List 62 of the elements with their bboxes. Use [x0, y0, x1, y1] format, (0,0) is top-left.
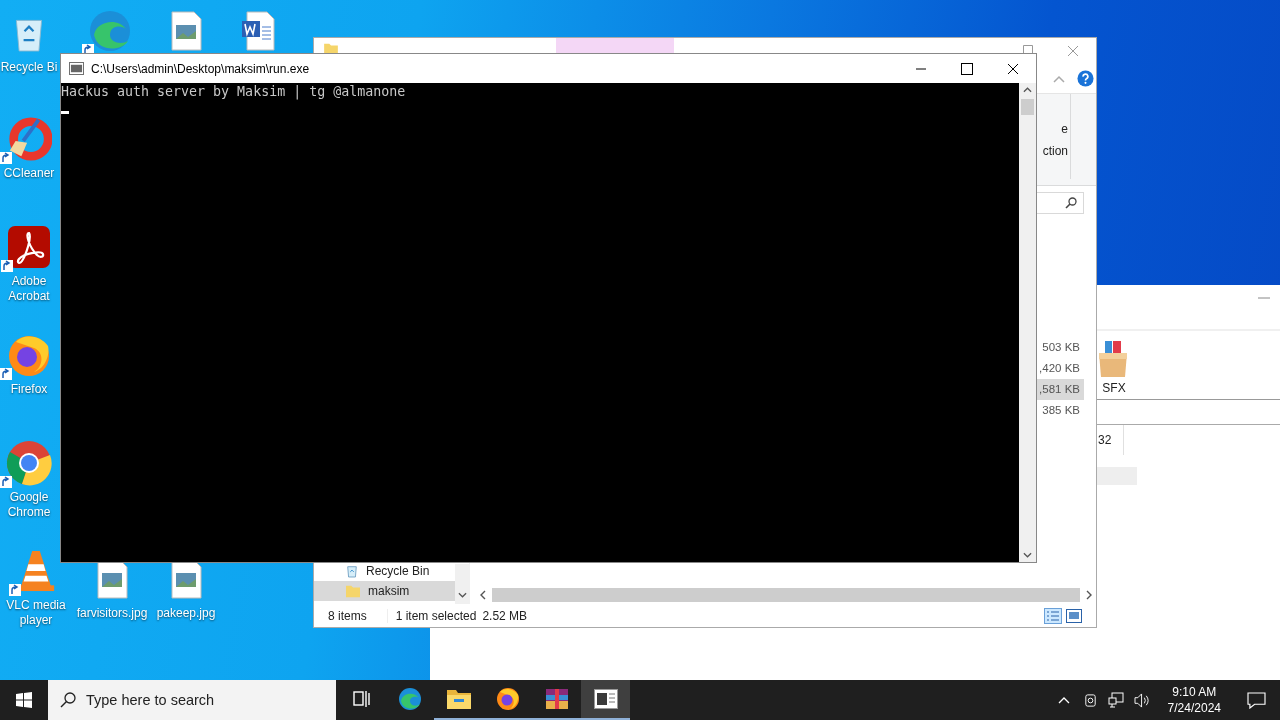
details-view-icon[interactable]: [1044, 607, 1062, 624]
list-row-highlight: [1097, 467, 1137, 485]
help-icon[interactable]: [1077, 70, 1094, 87]
folder-icon: [446, 687, 471, 711]
close-icon[interactable]: [1067, 45, 1079, 57]
folder-icon: [346, 584, 360, 598]
ribbon-command-label[interactable]: e: [1061, 122, 1068, 136]
nav-pane-item[interactable]: maksim: [314, 581, 455, 601]
shortcut-arrow-icon: [1, 260, 13, 272]
caret-up-icon: [1057, 696, 1070, 704]
search-icon: [60, 692, 76, 708]
selection-size: 2.52 MB: [482, 608, 528, 623]
shortcut-arrow-icon: [0, 152, 12, 164]
ccleaner-icon[interactable]: [6, 116, 52, 162]
search-icon: [1065, 197, 1077, 209]
archive-box-icon[interactable]: [1099, 339, 1129, 379]
console-app-icon: [69, 62, 84, 75]
scrollbar[interactable]: [455, 564, 469, 604]
scrollbar[interactable]: [1019, 83, 1036, 562]
maximize-icon[interactable]: [1023, 45, 1033, 53]
ribbon-command-label[interactable]: ction: [1042, 144, 1068, 158]
file-name[interactable]: SFX: [1102, 381, 1126, 395]
clock-date[interactable]: 7/24/2024: [1167, 700, 1221, 716]
window-title: C:\Users\admin\Desktop\maksim\run.exe: [91, 61, 310, 76]
archive-books-icon: [544, 687, 569, 711]
file-size-cell[interactable]: 503 KB: [1040, 337, 1084, 358]
edge-icon[interactable]: [88, 9, 132, 53]
scroll-left-icon: [480, 589, 486, 600]
selection-count: 1 item selected: [386, 608, 477, 623]
windows-logo-icon: [16, 692, 32, 708]
firefox-icon: [495, 687, 520, 711]
chrome-icon[interactable]: [6, 440, 52, 486]
shortcut-arrow-icon: [0, 368, 12, 380]
scroll-down-icon: [1023, 552, 1032, 558]
file-size-cell[interactable]: 385 KB: [1040, 400, 1084, 421]
shortcut-arrow-icon: [9, 584, 21, 596]
scroll-up-icon: [1023, 87, 1032, 93]
shortcut-arrow-icon: [0, 476, 12, 488]
device-icon[interactable]: [1082, 692, 1098, 708]
item-count: 8 items: [328, 608, 367, 623]
nav-pane-item[interactable]: Recycle Bin: [314, 561, 455, 581]
maximize-icon: [961, 62, 973, 75]
notifications-icon[interactable]: [1247, 691, 1266, 709]
console-window-icon: [593, 687, 618, 711]
network-icon[interactable]: [1107, 692, 1124, 708]
console-output-line: Hackus auth server by Maksim | tg @almanone: [61, 84, 407, 100]
recycle-bin-icon: [346, 564, 358, 578]
word-document-icon[interactable]: [241, 11, 275, 51]
scroll-thumb[interactable]: [1021, 99, 1034, 115]
taskbar-app-button[interactable]: [581, 680, 630, 720]
scroll-down-icon: [457, 592, 467, 598]
large-icons-view-icon[interactable]: [1066, 608, 1082, 623]
minimize-icon: [915, 67, 927, 70]
volume-icon[interactable]: [1133, 692, 1151, 708]
file-size-cell[interactable]: ,581 KB: [1037, 379, 1084, 400]
scroll-right-icon: [1086, 589, 1092, 600]
acrobat-icon[interactable]: [7, 225, 51, 269]
file-size-cell[interactable]: ,420 KB: [1037, 358, 1084, 379]
clock-time[interactable]: 9:10 AM: [1172, 684, 1217, 700]
edge-icon: [397, 687, 422, 711]
search-field[interactable]: Type here to search: [48, 680, 336, 720]
close-icon: [1007, 62, 1019, 75]
